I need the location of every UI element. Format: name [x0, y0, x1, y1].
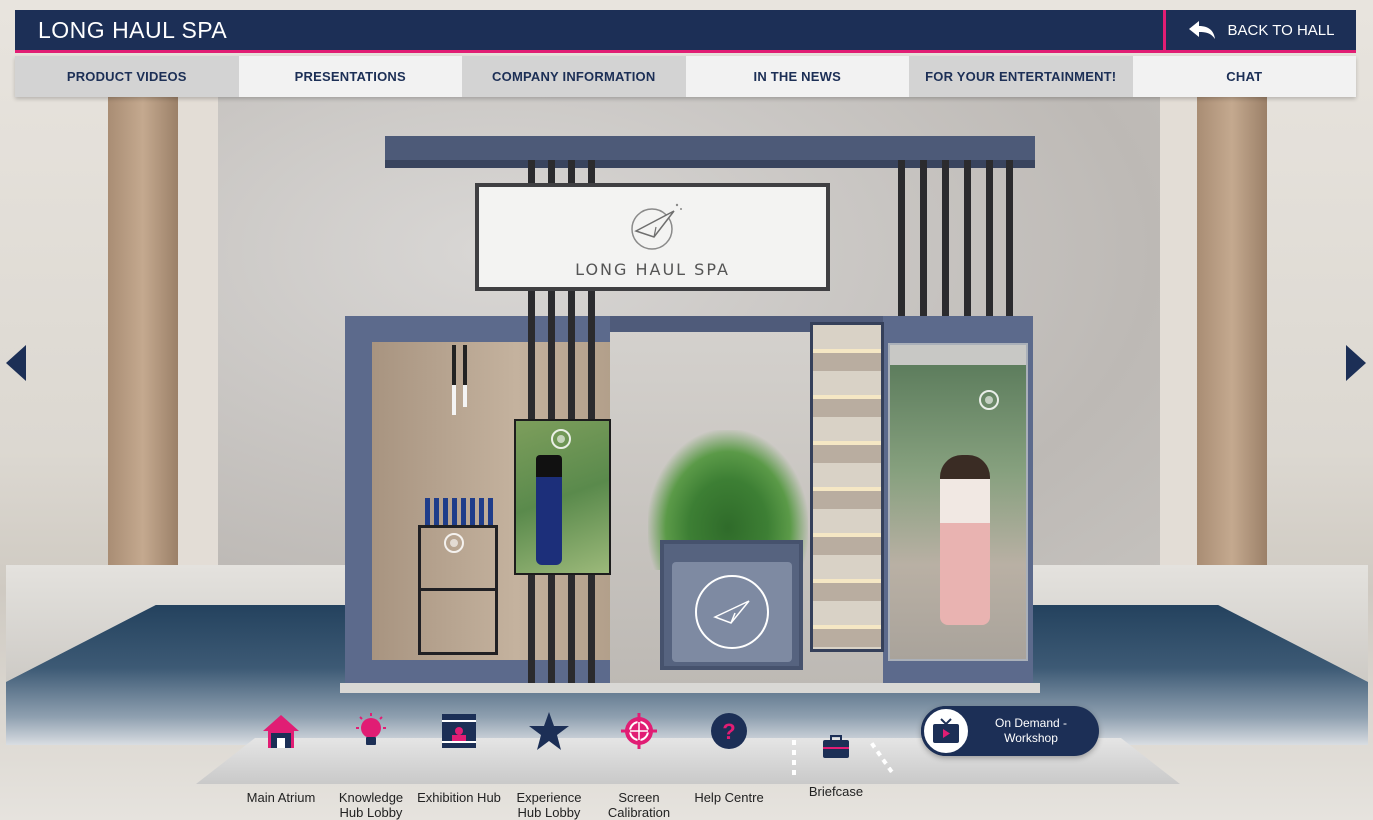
video-hotspot[interactable]: [551, 429, 571, 449]
counter-logo: [695, 575, 769, 649]
star-icon: [526, 708, 572, 754]
spray-bottle-image: [536, 455, 562, 565]
on-demand-workshop-button[interactable]: On Demand - Workshop: [921, 706, 1099, 756]
dock-label: Main Atrium: [246, 790, 316, 805]
dock-label: Knowledge Hub Lobby: [338, 790, 404, 820]
dock-label: Help Centre: [694, 790, 764, 805]
tv-play-icon: [921, 706, 971, 756]
wall-pillar: [1160, 95, 1200, 575]
booth-icon: [436, 708, 482, 754]
booth-slat: [964, 160, 971, 320]
dock-item-exhibition-hub[interactable]: Exhibition Hub: [414, 708, 504, 805]
booth-canopy-edge: [385, 160, 1035, 168]
dock-label: Exhibition Hub: [417, 790, 501, 805]
wood-column: [108, 95, 178, 565]
dock-item-experience-hub-lobby[interactable]: Experience Hub Lobby: [504, 708, 594, 820]
dock-item-screen-calibration[interactable]: Screen Calibration: [594, 708, 684, 820]
booth-slat: [920, 160, 927, 320]
dock-item-briefcase[interactable]: Briefcase: [791, 724, 881, 799]
image-hotspot[interactable]: [979, 390, 999, 410]
booth-base: [340, 683, 1040, 693]
tab-for-your-entertainment[interactable]: FOR YOUR ENTERTAINMENT!: [909, 56, 1133, 97]
booth-nav-bar: PRODUCT VIDEOS PRESENTATIONS COMPANY INF…: [15, 56, 1356, 97]
tab-presentations[interactable]: PRESENTATIONS: [238, 56, 462, 97]
tab-company-information[interactable]: COMPANY INFORMATION: [462, 56, 686, 97]
lightbulb-icon: [348, 708, 394, 754]
dock-item-help-centre[interactable]: ? Help Centre: [684, 708, 774, 805]
product-shelf-wall: [810, 322, 884, 652]
model-figure: [940, 455, 990, 625]
next-booth-arrow-icon[interactable]: [1346, 345, 1366, 381]
crosshair-icon: [616, 708, 662, 754]
tab-chat[interactable]: CHAT: [1132, 56, 1356, 97]
dock-label: Experience Hub Lobby: [516, 790, 582, 820]
booth-sign: LONG HAUL SPA: [475, 183, 830, 291]
dock-item-knowledge-hub-lobby[interactable]: Knowledge Hub Lobby: [326, 708, 416, 820]
pendant-light: [452, 345, 456, 415]
title-bar: LONG HAUL SPA BACK TO HALL: [15, 10, 1356, 53]
paper-plane-logo-icon: [631, 203, 682, 250]
exhibition-hall-scene: LONG HAUL SPA: [0, 0, 1373, 820]
back-arrow-icon: [1188, 21, 1215, 39]
home-icon: [258, 708, 304, 754]
back-to-hall-button[interactable]: BACK TO HALL: [1163, 10, 1356, 50]
question-icon: ?: [706, 708, 752, 754]
wood-column: [1197, 95, 1267, 565]
reception-counter: [660, 540, 803, 670]
previous-booth-arrow-icon[interactable]: [6, 345, 26, 381]
briefcase-icon: [813, 724, 859, 770]
paper-plane-icon: [713, 600, 750, 624]
svg-text:?: ?: [722, 719, 735, 744]
tab-in-the-news[interactable]: IN THE NEWS: [685, 56, 909, 97]
dock-item-main-atrium[interactable]: Main Atrium: [236, 708, 326, 805]
lifestyle-image-panel: [888, 343, 1028, 661]
booth-slat: [1006, 160, 1013, 320]
on-demand-workshop-label: On Demand - Workshop: [994, 716, 1068, 745]
product-hotspot[interactable]: [444, 533, 464, 553]
booth-slat: [898, 160, 905, 320]
pendant-light: [463, 345, 467, 407]
dock-label: Screen Calibration: [607, 790, 671, 820]
counter-logo-panel: [672, 562, 792, 662]
booth-slat: [986, 160, 993, 320]
product-bottles: [425, 498, 495, 528]
tab-product-videos[interactable]: PRODUCT VIDEOS: [15, 56, 239, 97]
booth-sign-text: LONG HAUL SPA: [575, 260, 730, 279]
wall-pillar: [178, 95, 218, 575]
page-title: LONG HAUL SPA: [38, 16, 228, 43]
dock-label: Briefcase: [808, 784, 864, 799]
back-to-hall-label: BACK TO HALL: [1227, 21, 1335, 39]
booth-slat: [942, 160, 949, 320]
